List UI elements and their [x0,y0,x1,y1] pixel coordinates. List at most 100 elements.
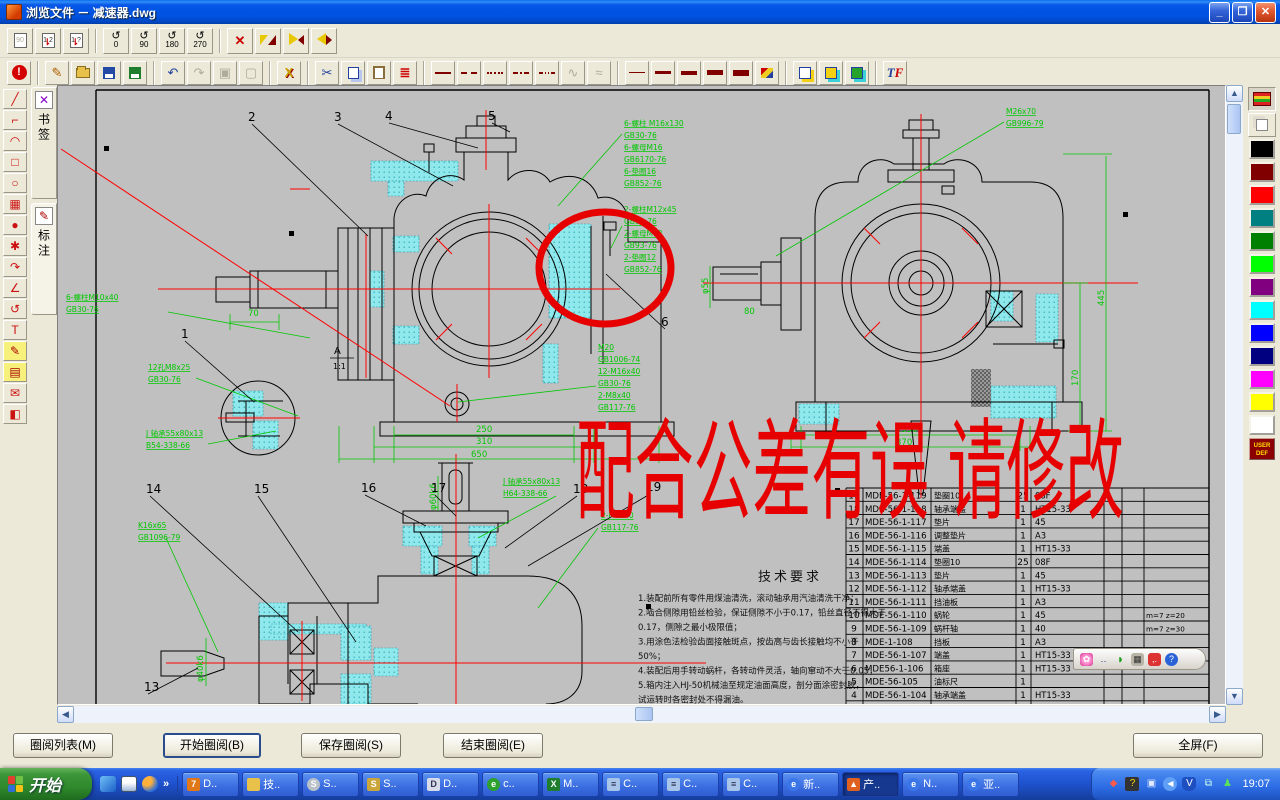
mode-dots-icon[interactable]: ‥ [1097,653,1110,666]
linewidth-custom-button[interactable] [755,61,779,85]
rotate-90-button[interactable]: ↺90 [131,28,157,54]
help-tray-icon[interactable]: ? [1125,777,1139,791]
flip-right-button[interactable] [311,28,337,54]
stamp-button[interactable]: ✉ [3,383,27,403]
close-button[interactable]: ✕ [1255,2,1276,23]
draw-cloud-button[interactable]: ↺ [3,299,27,319]
undo-button[interactable]: ↶ [161,61,185,85]
color-swatch[interactable] [1249,254,1275,274]
info-button[interactable]: ! [7,61,31,85]
save-review-button[interactable]: 保存圈阅(S) [301,733,401,758]
browser-icon[interactable] [142,776,158,792]
color-swatch[interactable] [1249,185,1275,205]
fill-color-button[interactable] [819,61,843,85]
paste-button[interactable] [367,61,391,85]
mirror-off-button[interactable]: ✕ [227,28,253,54]
two-page-button[interactable]: 1 2⇂ [35,28,61,54]
rotate-0-button[interactable]: ↺0 [103,28,129,54]
diamond-tray-icon[interactable]: ◆ [1106,777,1120,791]
show-desktop-icon[interactable] [121,776,137,792]
text-format-button[interactable]: TF [883,61,907,85]
draw-arc-button[interactable]: ◠ [3,131,27,151]
input-method-icon[interactable]: ✿ [1080,653,1093,666]
color-tool-button[interactable]: ◧ [3,404,27,424]
draw-polyline-button[interactable]: ⌐ [3,110,27,130]
fullscreen-button[interactable]: 全屏(F) [1133,733,1263,758]
linetype-wave-button[interactable]: ∿ [561,61,585,85]
start-button[interactable]: 开始 [0,768,92,800]
ime-help-icon[interactable]: ? [1165,653,1178,666]
linetype-dashdotdot-button[interactable] [535,61,559,85]
page-prev-button[interactable]: 90 [7,28,33,54]
color-swatch[interactable] [1249,208,1275,228]
ime-language-bar[interactable]: ✿ ‥ ◗ ▦ ,. ? [1073,648,1206,670]
horizontal-scrollbar[interactable]: ◀ ▶ [57,706,1226,723]
linetype-dotted-button[interactable] [483,61,507,85]
half-full-moon-icon[interactable]: ◗ [1114,653,1127,666]
draw-arrow-button[interactable]: ↷ [3,257,27,277]
redo-button[interactable]: ↷ [187,61,211,85]
layers-button[interactable]: ≣ [393,61,417,85]
taskbar-item[interactable]: 技.. [242,772,299,797]
taskbar-item[interactable]: ▲产.. [842,772,899,797]
tab-annotate[interactable]: ✎ 标注 [31,203,57,315]
rotate-180-button[interactable]: ↺180 [159,28,185,54]
taskbar-item[interactable]: SS.. [302,772,359,797]
taskbar-item[interactable]: e新.. [782,772,839,797]
color-swatch[interactable] [1249,277,1275,297]
edit-markup-button[interactable]: ✎ [45,61,69,85]
color-swatch[interactable] [1249,323,1275,343]
taskbar-item[interactable]: 7D.. [182,772,239,797]
chevron-tray-icon[interactable]: ◀ [1163,777,1177,791]
vertical-scroll-thumb[interactable] [1227,104,1241,134]
draw-ellipse-button[interactable]: ○ [3,173,27,193]
layer-colors-button[interactable] [1248,87,1276,111]
linewidth-3-button[interactable] [677,61,701,85]
mirror-horizontal-button[interactable] [255,28,281,54]
taskbar-item[interactable]: ≡C.. [722,772,779,797]
cut-button[interactable]: ✂ [315,61,339,85]
tab-bookmark[interactable]: ✕ 书签 [31,87,57,199]
sticky-note-button[interactable]: ▤ [3,362,27,382]
color-swatch[interactable] [1249,162,1275,182]
goto-page-button[interactable]: 1 ?⇂ [63,28,89,54]
taskbar-item[interactable]: ≡C.. [662,772,719,797]
highlight-pen-button[interactable]: ✎ [3,341,27,361]
copy-button[interactable] [341,61,365,85]
color-swatch[interactable] [1249,415,1275,435]
color-swatch[interactable] [1249,231,1275,251]
draw-rectangle-button[interactable]: □ [3,152,27,172]
color-swatch[interactable] [1249,300,1275,320]
save-as-button[interactable] [123,61,147,85]
linetype-dashdot-button[interactable] [509,61,533,85]
color-swatch[interactable] [1249,392,1275,412]
vertical-scrollbar[interactable]: ▲ ▼ [1226,85,1243,705]
draw-line-button[interactable]: ╱ [3,89,27,109]
user-defined-color-button[interactable]: USER DEF [1249,438,1275,460]
draw-filled-rect-button[interactable]: ▦ [3,194,27,214]
taskbar-item[interactable]: ec.. [482,772,539,797]
rotate-270-button[interactable]: ↺270 [187,28,213,54]
user-tray-icon[interactable]: ♟ [1220,777,1234,791]
drawing-viewport[interactable]: 19MDE-56-1-119垫圈102508F18MDE-56-1-118轴承端… [57,85,1226,705]
draw-text-button[interactable]: T [3,320,27,340]
copy-color-button[interactable] [1248,113,1276,137]
linetype-dashed-button[interactable] [457,61,481,85]
linetype-solid-button[interactable] [431,61,455,85]
linewidth-2-button[interactable] [651,61,675,85]
taskbar-item[interactable]: eN.. [902,772,959,797]
color-swatch[interactable] [1249,346,1275,366]
minimize-button[interactable]: _ [1209,2,1230,23]
draw-leader-button[interactable]: ∠ [3,278,27,298]
taskbar-item[interactable]: XM.. [542,772,599,797]
fill-none-button[interactable] [793,61,817,85]
taskbar-item[interactable]: SS.. [362,772,419,797]
soft-keyboard-icon[interactable]: ▦ [1131,653,1144,666]
punctuation-icon[interactable]: ,. [1148,653,1161,666]
fill-pattern-button[interactable] [845,61,869,85]
draw-filled-polygon-button[interactable]: ✱ [3,236,27,256]
review-list-button[interactable]: 圈阅列表(M) [13,733,113,758]
draw-filled-ellipse-button[interactable]: ● [3,215,27,235]
taskbar-item[interactable]: e亚.. [962,772,1019,797]
end-review-button[interactable]: 结束圈阅(E) [443,733,543,758]
